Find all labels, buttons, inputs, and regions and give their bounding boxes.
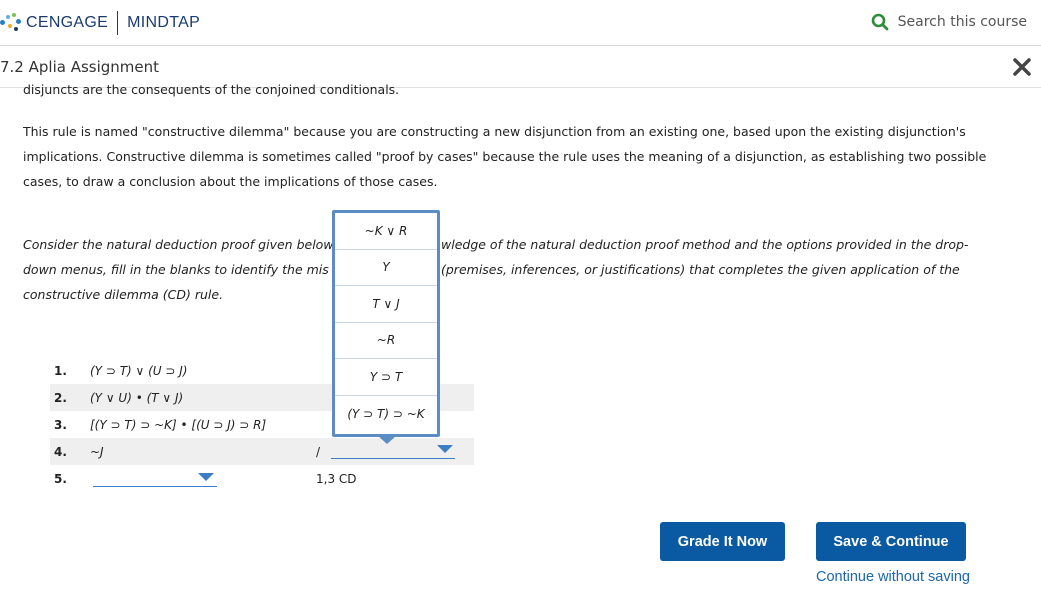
proof-line: 4. ~J /	[50, 438, 474, 465]
line-justification: /	[316, 444, 321, 459]
partial-text-line: disjuncts are the consequents of the con…	[23, 82, 400, 97]
dropdown-option[interactable]: ~R	[335, 323, 437, 359]
proof-line: 5. 1,3 CD	[50, 465, 474, 492]
assignment-title: 7.2 Aplia Assignment	[0, 58, 160, 76]
save-continue-button[interactable]: Save & Continue	[816, 522, 966, 561]
search-input[interactable]: Search this course	[898, 14, 1027, 30]
dropdown-option[interactable]: (Y ⊃ T) ⊃ ~K	[335, 396, 437, 433]
dropdown-option[interactable]: Y ⊃ T	[335, 359, 437, 396]
grade-it-now-button[interactable]: Grade It Now	[660, 522, 785, 561]
line-expression: (Y ∨ U) • (T ∨ J)	[90, 390, 184, 405]
top-header: CENGAGE MINDTAP Search this course	[0, 0, 1041, 46]
instruction-line-3: constructive dilemma (CD) rule.	[23, 287, 224, 302]
line-expression: (Y ⊃ T) ∨ (U ⊃ J)	[90, 363, 188, 378]
line-expression: [(Y ⊃ T) ⊃ ~K] • [(U ⊃ J) ⊃ R]	[90, 417, 267, 432]
line-number: 2.	[54, 390, 67, 405]
logo-divider	[117, 11, 119, 35]
instruction-line-1b: wledge of the natural deduction proof me…	[441, 237, 969, 252]
dropdown-option[interactable]: Y	[335, 250, 437, 286]
line-expression: ~J	[90, 444, 104, 459]
product-name: MINDTAP	[127, 14, 201, 31]
instruction-line-2a: down menus, fill in the blanks to identi…	[23, 262, 329, 277]
cengage-logo[interactable]: CENGAGE MINDTAP	[0, 11, 201, 35]
cengage-logo-icon	[0, 12, 24, 34]
line-5-expression-dropdown[interactable]	[93, 465, 217, 492]
dropdown-option[interactable]: ~K ∨ R	[335, 213, 437, 250]
line-number: 5.	[54, 471, 67, 486]
chevron-down-icon	[198, 473, 214, 481]
instruction-line-1a: Consider the natural deduction proof giv…	[23, 237, 334, 252]
line-number: 4.	[54, 444, 67, 459]
chevron-down-icon	[437, 445, 453, 453]
dropdown-options-popup: ~K ∨ R Y T ∨ J ~R Y ⊃ T (Y ⊃ T) ⊃ ~K	[332, 210, 440, 437]
line-justification: 1,3 CD	[316, 471, 357, 486]
continue-without-saving-link[interactable]: Continue without saving	[816, 569, 970, 585]
explanation-paragraph: This rule is named "constructive dilemma…	[23, 124, 987, 189]
line-number: 3.	[54, 417, 67, 432]
dropdown-option[interactable]: T ∨ J	[335, 286, 437, 323]
popup-pointer	[378, 436, 396, 444]
instruction-line-2b: (premises, inferences, or justifications…	[441, 262, 960, 277]
line-number: 1.	[54, 363, 67, 378]
search-box[interactable]: Search this course	[871, 13, 1027, 31]
brand-name: CENGAGE	[26, 14, 109, 31]
search-icon	[871, 13, 889, 31]
close-icon[interactable]	[1009, 54, 1035, 80]
